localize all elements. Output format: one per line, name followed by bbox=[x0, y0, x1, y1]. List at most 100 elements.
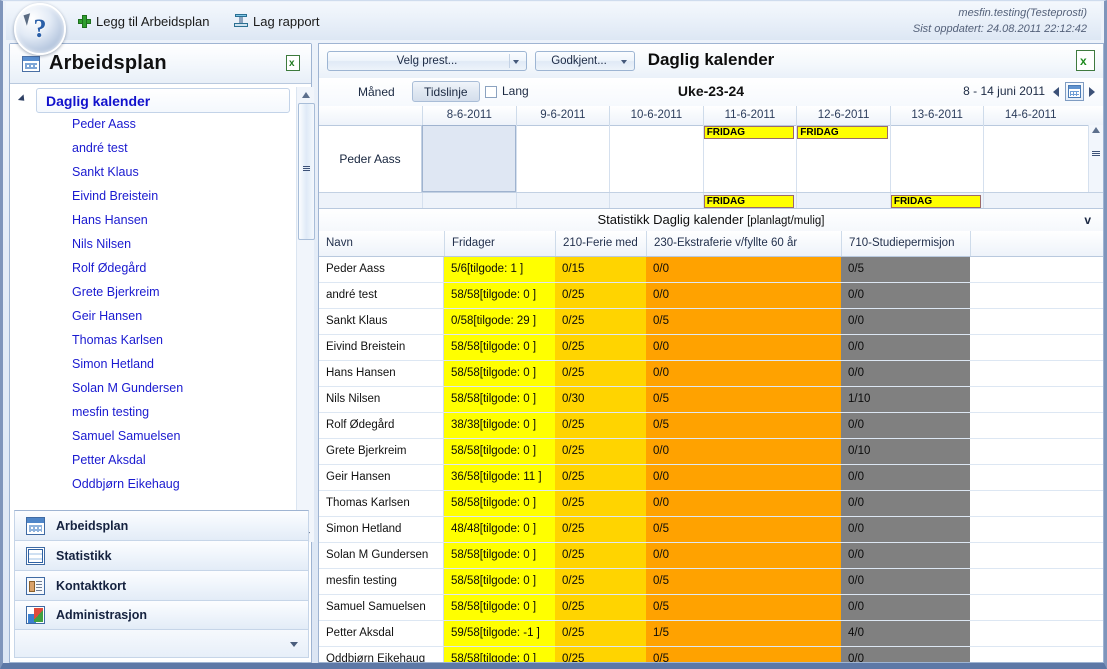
timeline-day-cell[interactable] bbox=[609, 125, 703, 192]
table-cell-c230[interactable]: 0/0 bbox=[646, 283, 841, 308]
expand-collapse-icon[interactable] bbox=[17, 94, 28, 104]
table-row[interactable]: Geir Hansen 36/58[tilgode: 11 ] 0/25 0/0 0/0 bbox=[319, 465, 1103, 491]
table-row[interactable]: Sankt Klaus 0/58[tilgode: 29 ] 0/25 0/5 0/0 bbox=[319, 309, 1103, 335]
table-cell-c230[interactable]: 0/0 bbox=[646, 465, 841, 490]
table-cell-fridager[interactable]: 58/58[tilgode: 0 ] bbox=[444, 543, 555, 568]
table-cell-empty[interactable] bbox=[970, 361, 1103, 386]
table-cell-c230[interactable]: 0/0 bbox=[646, 335, 841, 360]
table-row[interactable]: Solan M Gundersen 58/58[tilgode: 0 ] 0/25 0… bbox=[319, 543, 1103, 569]
table-column-header[interactable] bbox=[970, 231, 1103, 256]
timeline-event-fridag[interactable]: FRIDAG bbox=[890, 195, 982, 208]
timeline-day-cell[interactable] bbox=[983, 125, 1077, 192]
table-cell-c710[interactable]: 0/0 bbox=[841, 335, 970, 360]
nav-overflow-button[interactable] bbox=[14, 630, 309, 658]
table-cell-empty[interactable] bbox=[970, 517, 1103, 542]
table-cell-c710[interactable]: 0/0 bbox=[841, 361, 970, 386]
table-row[interactable]: Eivind Breistein 58/58[tilgode: 0 ] 0/25 0/… bbox=[319, 335, 1103, 361]
table-cell-empty[interactable] bbox=[970, 335, 1103, 360]
table-cell-name[interactable]: mesfin testing bbox=[319, 569, 444, 594]
tree-item-person[interactable]: Geir Hansen bbox=[14, 304, 294, 328]
table-cell-c210[interactable]: 0/25 bbox=[555, 569, 646, 594]
table-cell-fridager[interactable]: 58/58[tilgode: 0 ] bbox=[444, 569, 555, 594]
table-cell-empty[interactable] bbox=[970, 543, 1103, 568]
table-cell-c230[interactable]: 0/5 bbox=[646, 569, 841, 594]
table-cell-name[interactable]: Rolf Ødegård bbox=[319, 413, 444, 438]
table-cell-c230[interactable]: 0/5 bbox=[646, 517, 841, 542]
table-cell-empty[interactable] bbox=[970, 621, 1103, 646]
table-row[interactable]: Rolf Ødegård 38/38[tilgode: 0 ] 0/25 0/5 0/0 bbox=[319, 413, 1103, 439]
tree-item-person[interactable]: Simon Hetland bbox=[14, 352, 294, 376]
timeline-day-cell[interactable] bbox=[422, 125, 516, 192]
next-week-button[interactable] bbox=[1089, 87, 1095, 97]
table-cell-c710[interactable]: 0/0 bbox=[841, 543, 970, 568]
timeline-footer-cell[interactable] bbox=[422, 193, 516, 209]
table-cell-c230[interactable]: 0/0 bbox=[646, 361, 841, 386]
tree-item-person[interactable]: Oddbjørn Eikehaug bbox=[14, 472, 294, 496]
table-cell-c210[interactable]: 0/25 bbox=[555, 543, 646, 568]
table-cell-fridager[interactable]: 59/58[tilgode: -1 ] bbox=[444, 621, 555, 646]
table-column-header[interactable]: 230-Ekstraferie v/fyllte 60 år bbox=[646, 231, 841, 256]
timeline-body[interactable]: Peder Aass FRIDAG FRIDAG bbox=[319, 125, 1103, 193]
sidebar-item-administrasjon[interactable]: Administrasjon bbox=[14, 600, 309, 630]
table-cell-fridager[interactable]: 58/58[tilgode: 0 ] bbox=[444, 439, 555, 464]
table-cell-name[interactable]: Petter Aksdal bbox=[319, 621, 444, 646]
table-row[interactable]: Nils Nilsen 58/58[tilgode: 0 ] 0/30 0/5 1/10 bbox=[319, 387, 1103, 413]
table-cell-c710[interactable]: 0/0 bbox=[841, 569, 970, 594]
table-cell-name[interactable]: Simon Hetland bbox=[319, 517, 444, 542]
timeline-footer-cell[interactable] bbox=[796, 193, 890, 209]
table-row[interactable]: Petter Aksdal 59/58[tilgode: -1 ] 0/25 1/5 4… bbox=[319, 621, 1103, 647]
table-cell-name[interactable]: andré test bbox=[319, 283, 444, 308]
table-cell-c230[interactable]: 0/0 bbox=[646, 543, 841, 568]
table-cell-fridager[interactable]: 58/58[tilgode: 0 ] bbox=[444, 491, 555, 516]
table-cell-fridager[interactable]: 36/58[tilgode: 11 ] bbox=[444, 465, 555, 490]
table-cell-fridager[interactable]: 58/58[tilgode: 0 ] bbox=[444, 595, 555, 620]
date-picker-button[interactable] bbox=[1065, 82, 1084, 101]
table-cell-c230[interactable]: 0/5 bbox=[646, 595, 841, 620]
table-cell-c710[interactable]: 0/0 bbox=[841, 465, 970, 490]
table-row[interactable]: Hans Hansen 58/58[tilgode: 0 ] 0/25 0/0 0/0 bbox=[319, 361, 1103, 387]
table-column-header[interactable]: Fridager bbox=[444, 231, 555, 256]
timeline-footer-cell[interactable] bbox=[515, 193, 610, 209]
sidebar-item-kontaktkort[interactable]: Kontaktkort bbox=[14, 570, 309, 600]
table-cell-name[interactable]: Thomas Karlsen bbox=[319, 491, 444, 516]
table-cell-c710[interactable]: 0/0 bbox=[841, 595, 970, 620]
table-cell-c210[interactable]: 0/25 bbox=[555, 517, 646, 542]
tree-root-daglig-kalender[interactable]: Daglig kalender bbox=[14, 87, 294, 113]
table-cell-empty[interactable] bbox=[970, 283, 1103, 308]
tree-item-person[interactable]: Hans Hansen bbox=[14, 208, 294, 232]
table-cell-fridager[interactable]: 48/48[tilgode: 0 ] bbox=[444, 517, 555, 542]
table-row[interactable]: andré test 58/58[tilgode: 0 ] 0/25 0/0 0/0 bbox=[319, 283, 1103, 309]
table-cell-name[interactable]: Samuel Samuelsen bbox=[319, 595, 444, 620]
table-cell-name[interactable]: Peder Aass bbox=[319, 257, 444, 282]
tree-item-person[interactable]: Eivind Breistein bbox=[14, 184, 294, 208]
table-cell-c710[interactable]: 4/0 bbox=[841, 621, 970, 646]
table-cell-c210[interactable]: 0/25 bbox=[555, 361, 646, 386]
table-cell-fridager[interactable]: 38/38[tilgode: 0 ] bbox=[444, 413, 555, 438]
table-cell-c210[interactable]: 0/25 bbox=[555, 413, 646, 438]
table-cell-c210[interactable]: 0/25 bbox=[555, 439, 646, 464]
table-cell-name[interactable]: Solan M Gundersen bbox=[319, 543, 444, 568]
table-cell-c210[interactable]: 0/25 bbox=[555, 309, 646, 334]
table-cell-fridager[interactable]: 58/58[tilgode: 0 ] bbox=[444, 283, 555, 308]
scroll-up-button[interactable] bbox=[297, 87, 314, 102]
timeline-footer-cell[interactable] bbox=[609, 193, 703, 209]
table-cell-c710[interactable]: 0/0 bbox=[841, 647, 970, 662]
table-cell-c230[interactable]: 0/5 bbox=[646, 387, 841, 412]
table-cell-c710[interactable]: 0/5 bbox=[841, 257, 970, 282]
tree-item-person[interactable]: Grete Bjerkreim bbox=[14, 280, 294, 304]
sidebar-item-arbeidsplan[interactable]: Arbeidsplan bbox=[14, 510, 309, 540]
timeline-day-cell[interactable] bbox=[515, 125, 610, 192]
tree-item-person[interactable]: andré test bbox=[14, 136, 294, 160]
tree-item-person[interactable]: Petter Aksdal bbox=[14, 448, 294, 472]
table-cell-name[interactable]: Hans Hansen bbox=[319, 361, 444, 386]
table-cell-c230[interactable]: 0/5 bbox=[646, 647, 841, 662]
table-cell-name[interactable]: Sankt Klaus bbox=[319, 309, 444, 334]
table-cell-empty[interactable] bbox=[970, 465, 1103, 490]
table-row[interactable]: Thomas Karlsen 58/58[tilgode: 0 ] 0/25 0/0 0… bbox=[319, 491, 1103, 517]
table-cell-c710[interactable]: 0/0 bbox=[841, 309, 970, 334]
table-cell-fridager[interactable]: 58/58[tilgode: 0 ] bbox=[444, 361, 555, 386]
sidebar-item-statistikk[interactable]: Statistikk bbox=[14, 540, 309, 570]
table-cell-name[interactable]: Nils Nilsen bbox=[319, 387, 444, 412]
scroll-thumb[interactable] bbox=[298, 103, 315, 240]
table-cell-empty[interactable] bbox=[970, 595, 1103, 620]
